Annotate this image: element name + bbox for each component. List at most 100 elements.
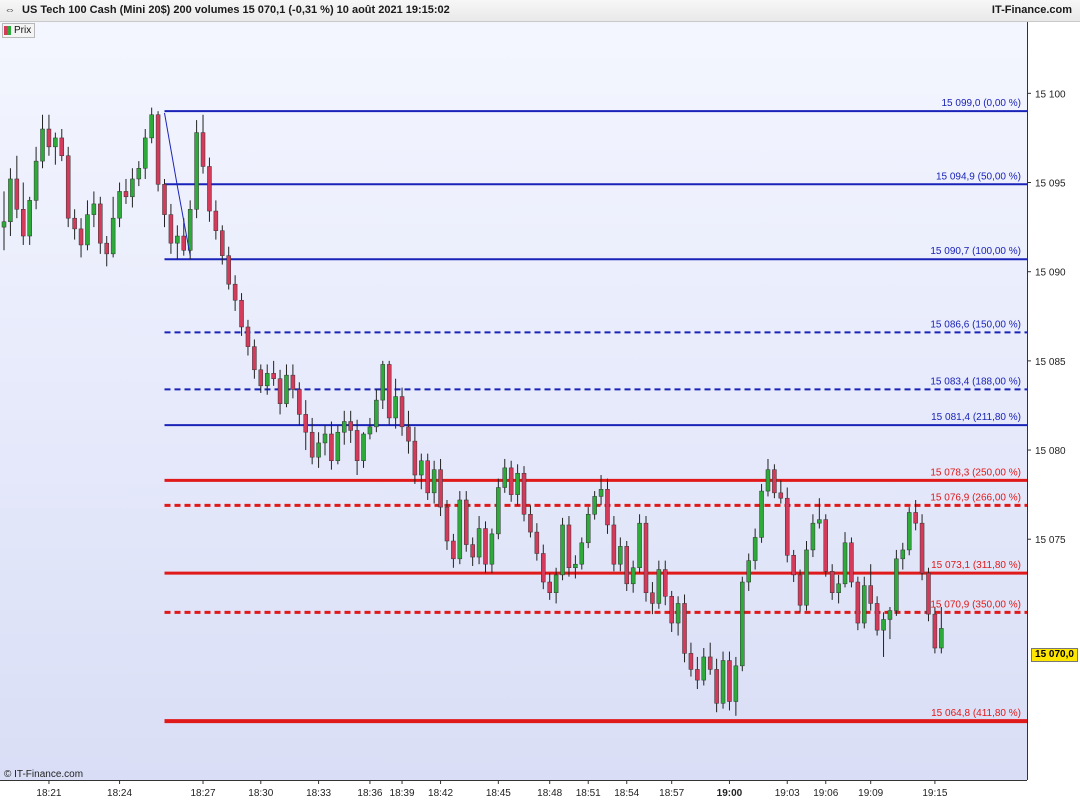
chart-svg[interactable]: 15 099,0 (0,00 %) 15 094,9 (50,00 %) 15 09… <box>0 0 1080 800</box>
candle-body-45 <box>290 374 296 390</box>
candle-body-143 <box>919 522 925 574</box>
candle-60[interactable] <box>386 360 392 426</box>
candle-88[interactable] <box>566 516 572 577</box>
x-tick-label-9: 18:48 <box>537 788 562 799</box>
candle-144[interactable] <box>926 567 931 622</box>
candle-118[interactable] <box>759 483 764 543</box>
candle-body-115 <box>740 581 745 667</box>
candle-body-13 <box>85 214 90 246</box>
candle-72[interactable] <box>463 491 469 552</box>
candle-body-82 <box>528 514 533 533</box>
candle-body-22 <box>142 137 148 169</box>
candle-body-110 <box>707 656 713 670</box>
candle-77[interactable] <box>496 478 501 540</box>
candle-145[interactable] <box>932 606 938 654</box>
candle-body-137 <box>881 619 886 631</box>
candle-97[interactable] <box>624 541 629 591</box>
plot-area[interactable] <box>0 22 1027 780</box>
candle-body-36 <box>232 283 238 301</box>
candle-30[interactable] <box>194 120 199 219</box>
legend[interactable]: Prix <box>2 23 36 38</box>
candle-body-85 <box>547 581 552 593</box>
candle-66[interactable] <box>425 453 430 500</box>
candle-133[interactable] <box>855 576 861 631</box>
candle-body-109 <box>701 656 707 681</box>
candle-body-131 <box>842 542 848 585</box>
candle-body-86 <box>553 574 559 593</box>
legend-label: Prix <box>14 25 32 36</box>
x-axis-ticks: 18:21 18:24 18:27 18:30 18:33 18:36 18:39 18:42… <box>36 780 948 799</box>
candle-body-16 <box>104 242 109 255</box>
candle-body-116 <box>746 560 751 583</box>
fib-level-label-8: 15 073,1 (311,80 %) <box>931 560 1021 571</box>
candle-122[interactable] <box>784 487 790 563</box>
candle-115[interactable] <box>740 576 745 672</box>
candle-71[interactable] <box>457 491 463 565</box>
candle-132[interactable] <box>849 537 854 588</box>
candle-body-89 <box>573 563 578 569</box>
candle-body-18 <box>117 191 122 219</box>
candle-body-111 <box>714 669 719 704</box>
candle-body-5 <box>33 160 39 201</box>
fib-level-label-0: 15 099,0 (0,00 %) <box>942 98 1022 109</box>
candle-100[interactable] <box>643 516 649 602</box>
candle-body-64 <box>412 440 418 476</box>
candle-body-125 <box>804 549 809 606</box>
candle-body-133 <box>855 581 861 624</box>
candle-body-105 <box>675 603 681 624</box>
candle-body-33 <box>213 210 219 231</box>
candle-body-134 <box>862 585 867 624</box>
x-tick-label-13: 19:00 <box>717 788 743 799</box>
candle-141[interactable] <box>906 507 912 556</box>
candle-body-47 <box>303 414 308 433</box>
candle-128[interactable] <box>823 514 829 577</box>
candle-body-140 <box>900 549 906 560</box>
candle-body-139 <box>894 558 899 611</box>
candle-body-49 <box>316 442 321 458</box>
candle-10[interactable] <box>65 146 71 228</box>
x-tick-label-11: 18:54 <box>614 788 639 799</box>
candle-body-96 <box>618 546 623 565</box>
candle-body-127 <box>817 519 822 524</box>
candle-body-51 <box>329 433 334 461</box>
candle-143[interactable] <box>919 514 925 581</box>
candle-body-124 <box>797 574 803 606</box>
candle-body-87 <box>560 524 565 576</box>
y-axis-ticks: 15 100 15 095 15 090 15 085 15 080 15 075 <box>1027 89 1066 546</box>
x-tick-label-0: 18:21 <box>36 788 61 799</box>
candle-body-108 <box>695 669 700 681</box>
candle-113[interactable] <box>727 651 732 711</box>
candle-body-59 <box>380 364 386 401</box>
candle-body-81 <box>521 472 527 515</box>
candle-body-84 <box>541 553 546 583</box>
candle-body-113 <box>727 660 732 702</box>
candle-81[interactable] <box>521 466 527 522</box>
candle-body-91 <box>585 514 591 544</box>
candle-body-17 <box>110 217 116 255</box>
candle-body-120 <box>772 469 777 494</box>
candle-body-95 <box>611 524 617 565</box>
candle-87[interactable] <box>560 517 565 581</box>
candle-body-43 <box>277 378 283 404</box>
fib-level-label-3: 15 086,6 (150,00 %) <box>930 319 1021 330</box>
candle-body-29 <box>187 209 193 251</box>
candle-body-121 <box>778 492 784 499</box>
candle-106[interactable] <box>682 594 687 663</box>
candle-body-26 <box>168 214 174 244</box>
candle-body-23 <box>149 114 154 139</box>
candle-body-56 <box>361 433 366 461</box>
candle-body-136 <box>874 603 880 631</box>
candle-body-114 <box>733 665 739 702</box>
candle-body-65 <box>419 460 424 476</box>
candle-body-122 <box>784 497 790 556</box>
candle-body-99 <box>637 522 642 569</box>
candle-body-21 <box>136 167 142 180</box>
candle-body-77 <box>496 487 501 535</box>
candle-24[interactable] <box>155 111 161 192</box>
candle-139[interactable] <box>894 549 899 616</box>
candle-125[interactable] <box>804 541 809 611</box>
fib-level-label-7: 15 076,9 (266,00 %) <box>930 492 1021 503</box>
candle-99[interactable] <box>637 514 642 574</box>
fib-level-label-6: 15 078,3 (250,00 %) <box>930 467 1021 478</box>
copyright: © IT-Finance.com <box>4 769 84 780</box>
